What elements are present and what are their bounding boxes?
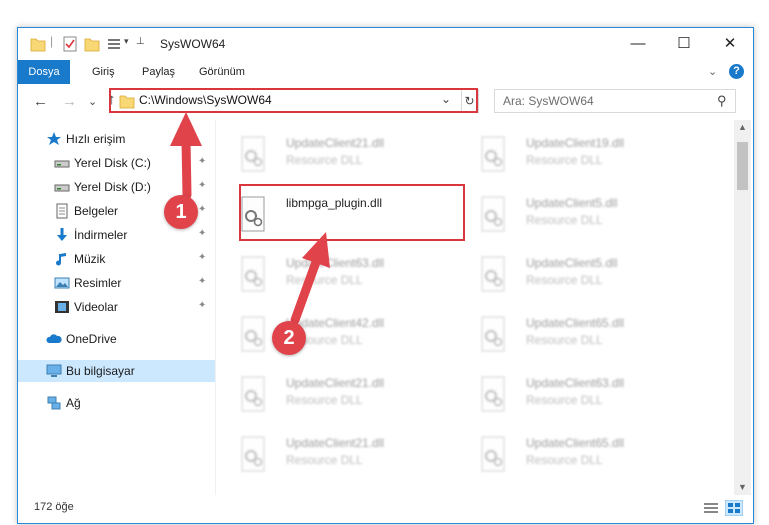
arrow-2-icon (290, 232, 330, 325)
step-1-badge: 1 (164, 195, 198, 229)
annotation-overlay (170, 112, 330, 325)
arrow-1-icon (170, 112, 202, 200)
step-2-badge: 2 (272, 321, 306, 355)
